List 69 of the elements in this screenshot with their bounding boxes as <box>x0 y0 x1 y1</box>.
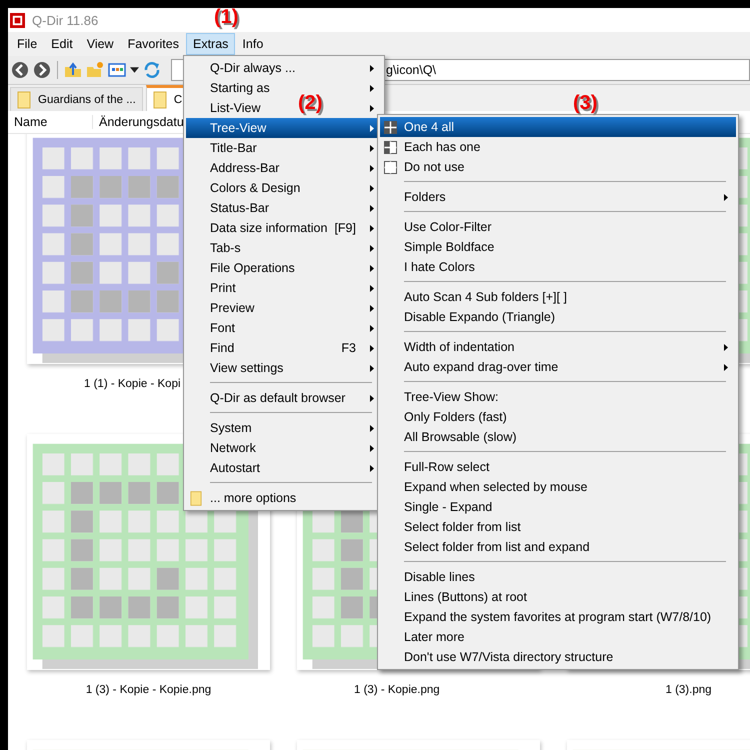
menu-item[interactable]: System <box>186 418 260 438</box>
menu-item[interactable]: Auto expand drag-over time <box>380 357 736 377</box>
grid-icon <box>384 120 397 134</box>
menu-item[interactable]: Autostart <box>186 458 268 478</box>
menu-item[interactable]: Favorites <box>120 33 186 55</box>
column-header[interactable]: Name <box>8 115 93 129</box>
menu-item[interactable]: Select folder from list and expand <box>380 537 736 557</box>
menu-item[interactable]: Simple Boldface <box>380 237 736 257</box>
file-name: 1 (3).png <box>665 684 712 696</box>
folder-icon <box>190 490 202 506</box>
grid-icon <box>384 160 397 174</box>
menu-item[interactable]: Font <box>186 318 244 338</box>
callout-label: (3) <box>573 92 598 115</box>
folder-icon <box>152 90 167 108</box>
menu-item[interactable]: File Operations <box>186 258 303 278</box>
menu-item[interactable]: Use Color-Filter <box>380 217 736 237</box>
file-name: 1 (1) - Kopie - Kopi <box>83 378 181 390</box>
menu-item[interactable]: Select folder from list <box>380 517 736 537</box>
folder-up-icon[interactable] <box>64 61 82 79</box>
callout-label: (2) <box>298 92 322 115</box>
menu-item[interactable]: One 4 all <box>380 117 736 137</box>
caret-icon[interactable] <box>130 67 139 73</box>
menu-item[interactable]: Full-Row select <box>380 457 736 477</box>
folder-tab[interactable]: Guardians of the ... <box>10 87 143 111</box>
folder-icon <box>17 90 31 108</box>
menu-item[interactable]: Edit <box>44 33 80 55</box>
menu-item[interactable]: All Browsable (slow) <box>380 427 736 447</box>
menu-item[interactable]: Lines (Buttons) at root <box>380 587 736 607</box>
back-icon[interactable] <box>11 61 29 79</box>
file-name: 1 (3) - Kopie - Kopie.png <box>86 684 212 696</box>
menu-item[interactable]: Address-Bar <box>186 158 288 178</box>
menu-item[interactable]: File <box>10 33 44 55</box>
tab-label: C <box>174 94 182 106</box>
menu-item[interactable]: Network <box>186 438 264 458</box>
menu-item[interactable]: Don't use W7/Vista directory structure <box>380 647 736 667</box>
callout-label: (1) <box>214 6 238 29</box>
menu-item[interactable]: Tab-s <box>186 238 249 258</box>
menu-item[interactable]: Q-Dir always ... <box>186 58 304 78</box>
menu-item[interactable]: Expand when selected by mouse <box>380 477 736 497</box>
menu-item[interactable]: Colors & Design <box>186 178 308 198</box>
menu-item[interactable]: Width of indentation <box>380 337 736 357</box>
view-grid-icon[interactable] <box>108 61 126 79</box>
menu-item[interactable]: Info <box>235 33 270 55</box>
menu-item[interactable]: Only Folders (fast) <box>380 407 736 427</box>
menu-item[interactable]: Disable Expando (Triangle) <box>380 307 736 327</box>
menu-item[interactable]: Single - Expand <box>380 497 736 517</box>
menu-item[interactable]: Auto Scan 4 Sub folders [+][ ] <box>380 287 736 307</box>
file-name: 1 (3) - Kopie.png <box>353 684 440 696</box>
menu-item[interactable]: Tree-View Show: <box>380 387 736 407</box>
menu-item[interactable]: Folders <box>380 187 736 207</box>
menu-item[interactable]: Status-Bar <box>186 198 278 218</box>
menu-item[interactable]: Each has one <box>380 137 736 157</box>
menu-item[interactable]: Expand the system favorites at program start (W7/8/10) <box>380 607 736 627</box>
window-title: Q-Dir 11.86 <box>32 12 98 28</box>
menu-item[interactable]: Extras <box>186 33 236 55</box>
menu-item[interactable]: Do not use <box>380 157 736 177</box>
menu-item[interactable]: Print <box>186 278 244 298</box>
menu-item[interactable]: Later more <box>380 627 736 647</box>
menu-item[interactable]: View settings <box>186 358 292 378</box>
menu-item[interactable]: View <box>80 33 121 55</box>
menu-item[interactable]: I hate Colors <box>380 257 736 277</box>
tab-label: Guardians of the ... <box>38 94 136 106</box>
forward-icon[interactable] <box>33 61 51 79</box>
grid-icon <box>384 140 397 154</box>
menu-item[interactable]: ... more options <box>186 488 304 508</box>
menu-item[interactable]: Preview <box>186 298 262 318</box>
menu-item[interactable]: Disable lines <box>380 567 736 587</box>
menu-item[interactable]: Title-Bar <box>186 138 265 158</box>
menu-item[interactable]: Q-Dir as default browser <box>186 388 354 408</box>
